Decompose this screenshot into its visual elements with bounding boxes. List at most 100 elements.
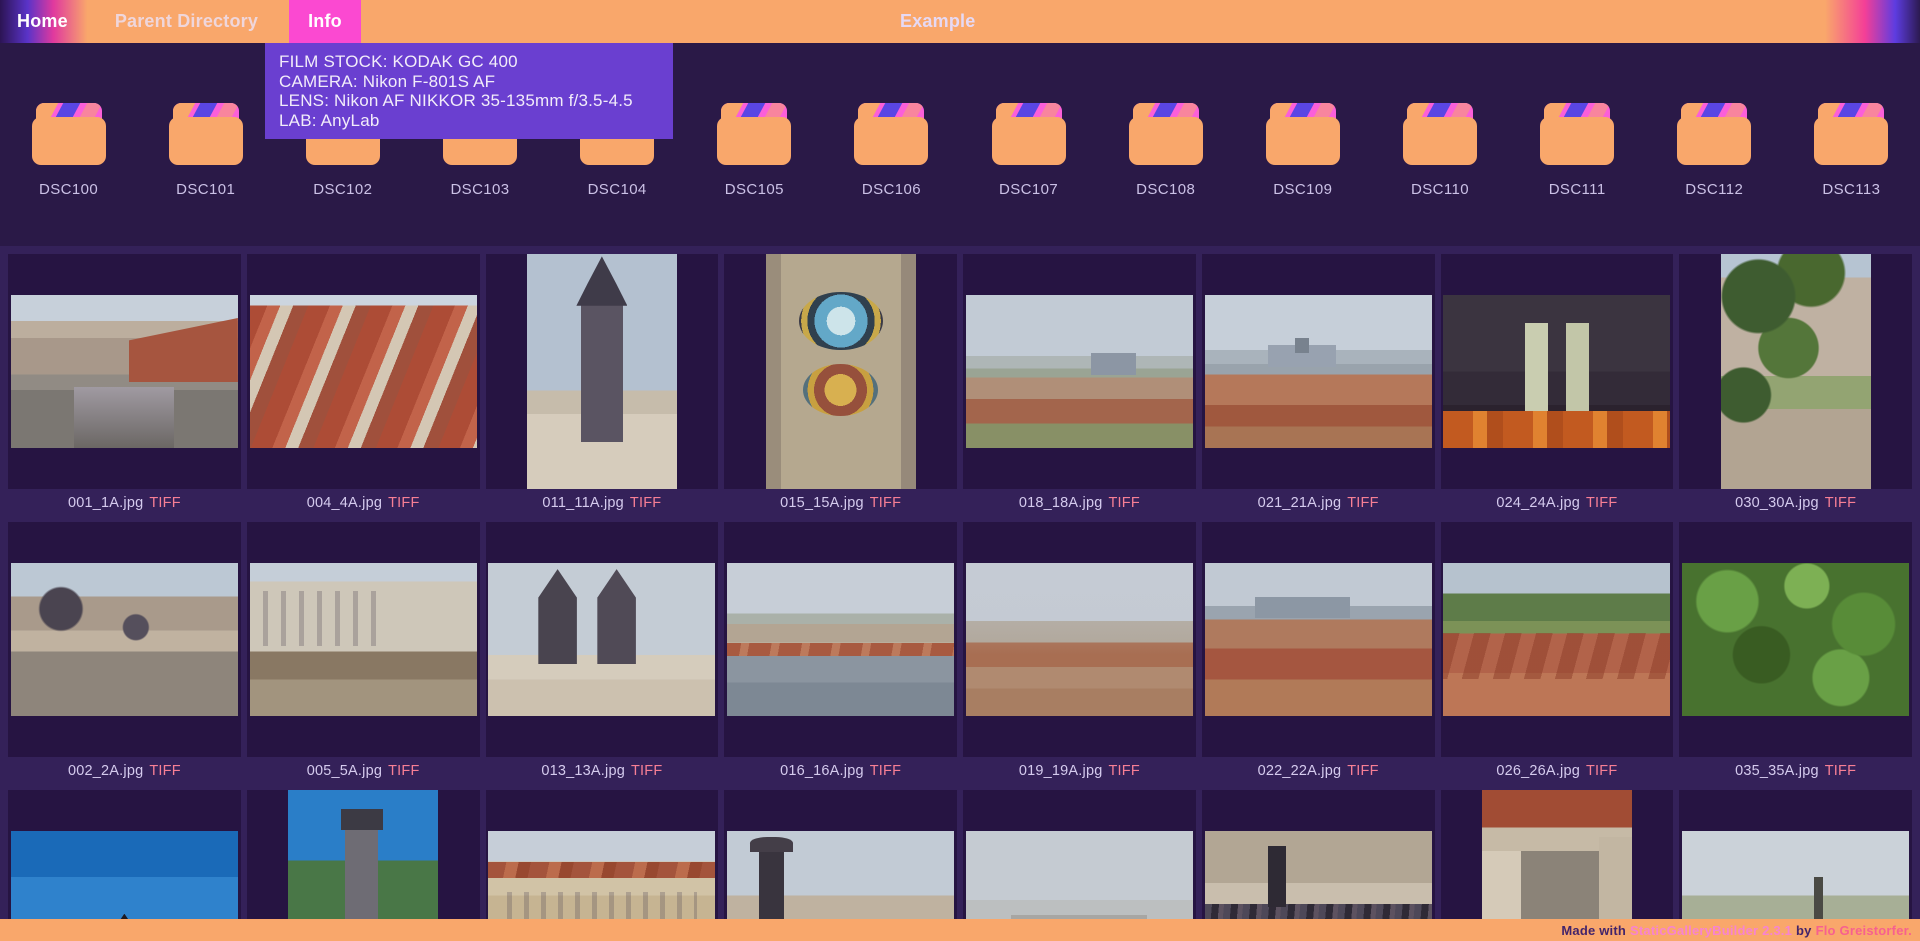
photo-caption: 001_1A.jpg TIFF: [8, 489, 241, 516]
folder-icon: [1540, 103, 1614, 165]
photo-tiff-link[interactable]: TIFF: [388, 763, 419, 779]
photo-filename-link[interactable]: 013_13A.jpg: [541, 763, 625, 779]
album-label: DSC109: [1273, 181, 1332, 198]
album-folder[interactable]: DSC111: [1509, 103, 1646, 198]
photo-cell: 005_5A.jpg TIFF: [247, 522, 480, 784]
nav-item-parent-directory[interactable]: Parent Directory: [99, 0, 274, 43]
photo-image: [966, 563, 1193, 716]
photo-caption: 022_22A.jpg TIFF: [1202, 757, 1435, 784]
photo-thumbnail[interactable]: [963, 522, 1196, 757]
photo-thumbnail[interactable]: [486, 522, 719, 757]
photo-filename-link[interactable]: 022_22A.jpg: [1258, 763, 1342, 779]
album-folder[interactable]: DSC105: [686, 103, 823, 198]
photo-thumbnail[interactable]: [1679, 522, 1912, 757]
photo-tiff-link[interactable]: TIFF: [870, 495, 901, 511]
photo-filename-link[interactable]: 026_26A.jpg: [1496, 763, 1580, 779]
folder-icon: [1677, 103, 1751, 165]
folder-icon: [854, 103, 928, 165]
photo-image: [1443, 563, 1670, 716]
photo-tiff-link[interactable]: TIFF: [631, 763, 662, 779]
photo-thumbnail[interactable]: [1679, 254, 1912, 489]
album-folder[interactable]: DSC101: [137, 103, 274, 198]
footer-builder-link[interactable]: StaticGalleryBuilder 2.3.1: [1630, 923, 1792, 938]
album-folder[interactable]: DSC100: [0, 103, 137, 198]
photo-tiff-link[interactable]: TIFF: [1825, 763, 1856, 779]
photo-tiff-link[interactable]: TIFF: [1108, 495, 1139, 511]
album-folder[interactable]: DSC110: [1371, 103, 1508, 198]
photo-thumbnail[interactable]: [8, 254, 241, 489]
photo-filename-link[interactable]: 019_19A.jpg: [1019, 763, 1103, 779]
photo-tiff-link[interactable]: TIFF: [630, 495, 661, 511]
photo-thumbnail[interactable]: [1441, 254, 1674, 489]
photo-tiff-link[interactable]: TIFF: [870, 763, 901, 779]
photo-caption: 035_35A.jpg TIFF: [1679, 757, 1912, 784]
photo-filename-link[interactable]: 002_2A.jpg: [68, 763, 143, 779]
photo-cell: 015_15A.jpg TIFF: [724, 254, 957, 516]
photo-image: [250, 563, 477, 716]
photo-image: [527, 254, 677, 489]
photo-tiff-link[interactable]: TIFF: [1586, 495, 1617, 511]
photo-thumbnail[interactable]: [724, 254, 957, 489]
photo-cell: 011_11A.jpg TIFF: [486, 254, 719, 516]
footer-by-text: by: [1796, 923, 1812, 938]
photo-cell: 035_35A.jpg TIFF: [1679, 522, 1912, 784]
photo-filename-link[interactable]: 024_24A.jpg: [1496, 495, 1580, 511]
album-label: DSC112: [1685, 181, 1743, 198]
album-folder[interactable]: DSC106: [823, 103, 960, 198]
photo-filename-link[interactable]: 015_15A.jpg: [780, 495, 864, 511]
photo-caption: 011_11A.jpg TIFF: [486, 489, 719, 516]
folder-icon: [1814, 103, 1888, 165]
photo-cell: 026_26A.jpg TIFF: [1441, 522, 1674, 784]
photo-thumbnail[interactable]: [724, 522, 957, 757]
photo-thumbnail[interactable]: [1202, 254, 1435, 489]
album-folder[interactable]: DSC112: [1646, 103, 1783, 198]
photo-thumbnail[interactable]: [1202, 522, 1435, 757]
photo-filename-link[interactable]: 030_30A.jpg: [1735, 495, 1819, 511]
top-nav: Home Parent Directory Info Example: [0, 0, 1920, 43]
photo-filename-link[interactable]: 011_11A.jpg: [542, 495, 623, 511]
photo-tiff-link[interactable]: TIFF: [1825, 495, 1856, 511]
photo-tiff-link[interactable]: TIFF: [149, 763, 180, 779]
photo-thumbnail[interactable]: [247, 254, 480, 489]
nav-item-home[interactable]: Home: [1, 0, 84, 43]
album-folder[interactable]: DSC113: [1783, 103, 1920, 198]
photo-filename-link[interactable]: 018_18A.jpg: [1019, 495, 1103, 511]
album-label: DSC113: [1822, 181, 1880, 198]
album-folder[interactable]: DSC107: [960, 103, 1097, 198]
photo-filename-link[interactable]: 016_16A.jpg: [780, 763, 864, 779]
nav-item-info[interactable]: Info: [289, 0, 361, 43]
photo-caption: 015_15A.jpg TIFF: [724, 489, 957, 516]
photo-filename-link[interactable]: 004_4A.jpg: [307, 495, 382, 511]
photo-tiff-link[interactable]: TIFF: [149, 495, 180, 511]
gallery-title: Example: [900, 0, 975, 43]
photo-caption: 030_30A.jpg TIFF: [1679, 489, 1912, 516]
folder-icon: [992, 103, 1066, 165]
photo-image: [488, 563, 715, 716]
photo-image: [250, 295, 477, 448]
photo-filename-link[interactable]: 035_35A.jpg: [1735, 763, 1819, 779]
photo-tiff-link[interactable]: TIFF: [388, 495, 419, 511]
photo-tiff-link[interactable]: TIFF: [1586, 763, 1617, 779]
photo-thumbnail[interactable]: [963, 254, 1196, 489]
tooltip-line-lens: LENS: Nikon AF NIKKOR 35-135mm f/3.5-4.5: [279, 91, 659, 111]
album-label: DSC102: [313, 181, 372, 198]
album-folder[interactable]: DSC109: [1234, 103, 1371, 198]
tooltip-line-lab: LAB: AnyLab: [279, 111, 659, 131]
folder-icon: [1129, 103, 1203, 165]
album-label: DSC106: [862, 181, 921, 198]
photo-tiff-link[interactable]: TIFF: [1108, 763, 1139, 779]
photo-thumbnail[interactable]: [1441, 522, 1674, 757]
photo-tiff-link[interactable]: TIFF: [1347, 495, 1378, 511]
photo-filename-link[interactable]: 021_21A.jpg: [1258, 495, 1342, 511]
footer-author-link[interactable]: Flo Greistorfer.: [1816, 923, 1912, 938]
photo-thumbnail[interactable]: [247, 522, 480, 757]
photo-tiff-link[interactable]: TIFF: [1347, 763, 1378, 779]
album-folder[interactable]: DSC108: [1097, 103, 1234, 198]
photo-thumbnail[interactable]: [486, 254, 719, 489]
photo-filename-link[interactable]: 005_5A.jpg: [307, 763, 382, 779]
photo-grid-section: 001_1A.jpg TIFF 004_4A.jpg TIFF 011_11A.…: [0, 246, 1920, 940]
photo-thumbnail[interactable]: [8, 522, 241, 757]
photo-filename-link[interactable]: 001_1A.jpg: [68, 495, 143, 511]
photo-image: [11, 563, 238, 716]
photo-caption: 005_5A.jpg TIFF: [247, 757, 480, 784]
